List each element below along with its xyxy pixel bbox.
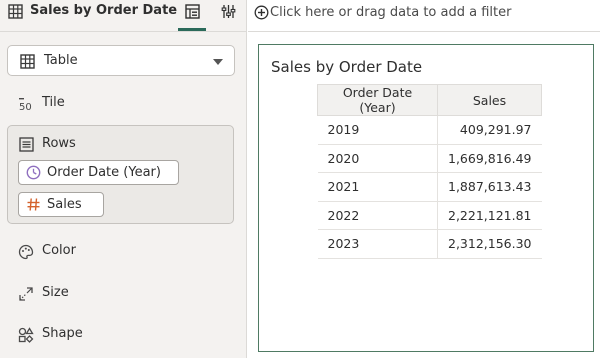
column-header-order-date[interactable]: Order Date (Year) [317,84,438,116]
filter-placeholder: Click here or drag data to add a filter [270,5,512,20]
grammar-shape-label: Shape [42,326,83,341]
grammar-size-label: Size [42,285,69,300]
panel-header: Sales by Order Date [0,0,247,32]
cell-year: 2019 [317,115,438,145]
tile-icon: 50 [19,98,32,112]
visualization-type-select[interactable]: Table [7,45,235,76]
table-row: 2020 1,669,816.49 [317,144,542,173]
visualization-title: Sales by Order Date [271,58,423,76]
table-row: 2019 409,291.97 [317,115,542,145]
table-row: 2023 2,312,156.30 [317,229,542,259]
sliders-icon [221,5,236,18]
cell-year: 2022 [317,201,438,230]
cell-year: 2021 [317,172,438,202]
plus-circle-icon[interactable] [254,5,269,20]
rows-label: Rows [42,136,76,151]
grammar-tile-label: Tile [42,95,65,110]
grammar-color-label: Color [42,243,76,258]
visualization-type-label: Table [44,53,78,68]
row-pill-sales[interactable]: Sales [18,192,104,217]
row-pill-label: Sales [47,197,82,212]
cell-year: 2023 [317,229,438,259]
cell-sales: 2,312,156.30 [437,229,542,259]
row-pill-order-date[interactable]: Order Date (Year) [18,160,179,185]
hash-icon [27,198,40,211]
row-pill-label: Order Date (Year) [47,165,161,180]
cell-sales: 409,291.97 [437,115,542,145]
data-table: Order Date (Year) Sales 2019 409,291.97 … [317,84,542,259]
table-icon [20,54,35,69]
shape-icon [18,327,34,343]
palette-icon [18,244,34,260]
clock-icon [26,165,41,180]
size-icon [19,287,33,301]
rows-icon [19,137,34,152]
cell-sales: 1,669,816.49 [437,144,542,173]
table-row: 2021 1,887,613.43 [317,172,542,202]
panel-title: Sales by Order Date [30,3,178,18]
grammar-icon [185,4,200,19]
rows-drop-zone[interactable]: Rows Order Date (Year) Sales [7,125,234,224]
cell-sales: 2,221,121.81 [437,201,542,230]
svg-text:50: 50 [19,102,32,112]
cell-year: 2020 [317,144,438,173]
tab-grammar[interactable] [178,0,206,31]
table-row: 2022 2,221,121.81 [317,201,542,230]
table-icon [8,4,23,19]
column-header-sales[interactable]: Sales [437,84,542,116]
chevron-down-icon [213,59,223,65]
cell-sales: 1,887,613.43 [437,172,542,202]
filter-bar[interactable]: Click here or drag data to add a filter [248,0,600,32]
table-header-row: Order Date (Year) Sales [317,84,542,116]
tab-properties[interactable] [214,0,242,31]
left-panel: Sales by Order Date Table 50 Tile Rows O… [0,0,247,358]
visualization-canvas[interactable]: Sales by Order Date Order Date (Year) Sa… [258,44,594,352]
